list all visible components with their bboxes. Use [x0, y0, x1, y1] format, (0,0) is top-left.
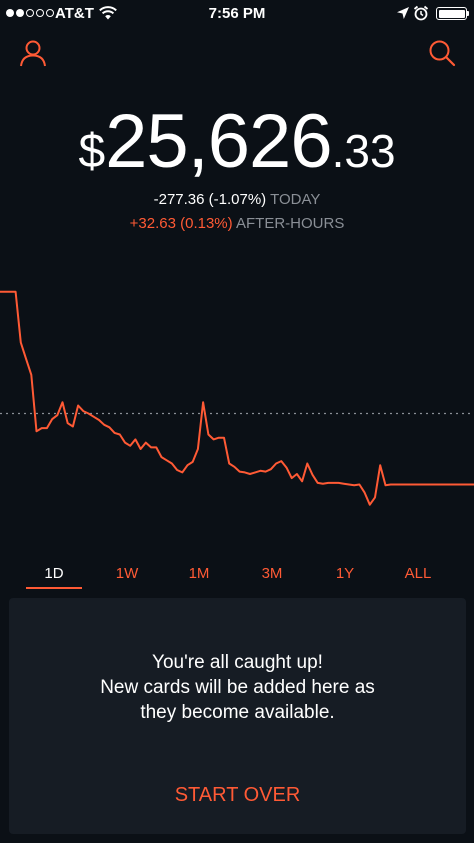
news-card: You're all caught up! New cards will be …	[9, 598, 466, 834]
search-button[interactable]	[427, 38, 457, 68]
caught-up-message: You're all caught up! New cards will be …	[9, 650, 466, 725]
caught-up-title: You're all caught up!	[152, 652, 323, 673]
battery-level	[438, 9, 465, 18]
after-hours-label: AFTER-HOURS	[236, 215, 345, 232]
caught-up-line-2: New cards will be added here as	[100, 677, 375, 698]
portfolio-value-cents: .33	[331, 125, 396, 177]
after-hours-change-row: +32.63 (0.13%) AFTER-HOURS	[0, 215, 474, 232]
portfolio-value-whole: 25,626	[105, 99, 332, 184]
portfolio-value: $25,626.33	[0, 104, 474, 180]
profile-button[interactable]	[18, 38, 48, 68]
portfolio-line	[0, 290, 474, 506]
currency-symbol: $	[78, 125, 106, 178]
battery-cap	[467, 11, 469, 16]
battery-icon	[436, 7, 467, 20]
range-tab-1y[interactable]: 1Y	[317, 563, 373, 585]
active-range-indicator	[26, 587, 82, 589]
today-change-row: -277.36 (-1.07%) TODAY	[0, 191, 474, 208]
alarm-clock-icon	[413, 5, 429, 25]
after-hours-change-value: +32.63 (0.13%)	[129, 215, 233, 232]
range-tab-1d[interactable]: 1D	[26, 563, 82, 585]
search-icon	[429, 40, 456, 67]
status-bar: AT&T 7:56 PM	[0, 0, 474, 28]
portfolio-chart[interactable]	[0, 270, 474, 520]
location-arrow-icon	[396, 6, 410, 24]
range-tab-all[interactable]: ALL	[390, 563, 446, 585]
start-over-button[interactable]: START OVER	[9, 784, 466, 807]
person-icon	[20, 40, 46, 67]
range-tab-1w[interactable]: 1W	[99, 563, 155, 585]
caught-up-line-3: they become available.	[140, 702, 335, 723]
range-tab-3m[interactable]: 3M	[244, 563, 300, 585]
range-tab-1m[interactable]: 1M	[171, 563, 227, 585]
today-change-value: -277.36 (-1.07%)	[153, 191, 267, 208]
today-label: TODAY	[270, 191, 321, 208]
